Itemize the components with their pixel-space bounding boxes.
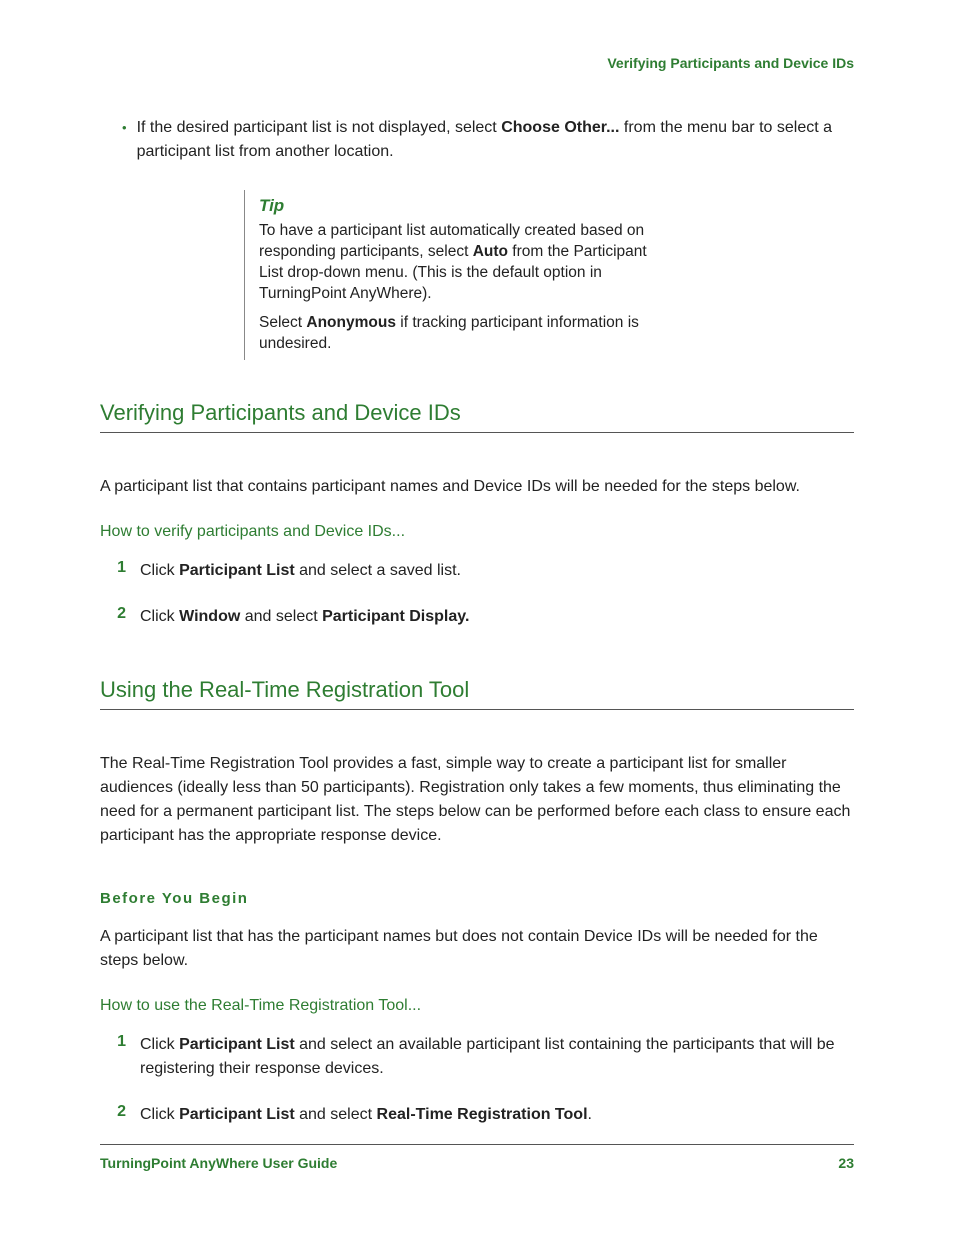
text-bold: Participant List <box>179 1106 295 1123</box>
step-item: 1 Click Participant List and select an a… <box>100 1033 854 1081</box>
text-bold: Real-Time Registration Tool <box>377 1106 588 1123</box>
bullet-text: If the desired participant list is not d… <box>137 116 854 164</box>
footer-title: TurningPoint AnyWhere User Guide <box>100 1155 337 1171</box>
text: . <box>588 1106 592 1123</box>
page-footer: TurningPoint AnyWhere User Guide 23 <box>100 1144 854 1171</box>
text: If the desired participant list is not d… <box>137 119 502 136</box>
text: Click <box>140 562 179 579</box>
text-bold: Participant Display. <box>322 608 469 625</box>
tip-paragraph: Select Anonymous if tracking participant… <box>259 312 659 354</box>
text: and select <box>295 1106 377 1123</box>
bullet-item: • If the desired participant list is not… <box>122 116 854 164</box>
section-rule <box>100 432 854 433</box>
text: Select <box>259 314 306 331</box>
text-bold: Window <box>179 608 240 625</box>
section-rule <box>100 709 854 710</box>
text: Click <box>140 608 179 625</box>
body-paragraph: A participant list that contains partici… <box>100 475 854 499</box>
step-text: Click Participant List and select Real-T… <box>140 1103 854 1127</box>
step-text: Click Participant List and select a save… <box>140 559 854 583</box>
step-item: 1 Click Participant List and select a sa… <box>100 559 854 583</box>
section-heading: Using the Real-Time Registration Tool <box>100 677 854 703</box>
tip-paragraph: To have a participant list automatically… <box>259 220 659 304</box>
text-bold: Auto <box>473 243 508 260</box>
text: Click <box>140 1106 179 1123</box>
text-bold: Participant List <box>179 562 295 579</box>
body-paragraph: The Real-Time Registration Tool provides… <box>100 752 854 848</box>
page: Verifying Participants and Device IDs • … <box>0 0 954 1235</box>
step-text: Click Participant List and select an ava… <box>140 1033 854 1081</box>
section-heading: Verifying Participants and Device IDs <box>100 400 854 426</box>
step-number: 2 <box>100 605 126 629</box>
footer-page-number: 23 <box>838 1155 854 1171</box>
subheading: Before You Begin <box>100 890 854 907</box>
running-header: Verifying Participants and Device IDs <box>100 55 854 71</box>
text: and select a saved list. <box>295 562 461 579</box>
howto-heading: How to use the Real-Time Registration To… <box>100 997 854 1015</box>
text: Click <box>140 1036 179 1053</box>
step-text: Click Window and select Participant Disp… <box>140 605 854 629</box>
text: and select <box>240 608 322 625</box>
text-bold: Anonymous <box>306 314 396 331</box>
tip-block: Tip To have a participant list automatic… <box>244 190 659 360</box>
body-paragraph: A participant list that has the particip… <box>100 925 854 973</box>
step-item: 2 Click Window and select Participant Di… <box>100 605 854 629</box>
footer-row: TurningPoint AnyWhere User Guide 23 <box>100 1155 854 1171</box>
step-number: 1 <box>100 559 126 583</box>
footer-rule <box>100 1144 854 1145</box>
step-item: 2 Click Participant List and select Real… <box>100 1103 854 1127</box>
bullet-marker: • <box>122 116 127 164</box>
step-number: 1 <box>100 1033 126 1081</box>
howto-heading: How to verify participants and Device ID… <box>100 523 854 541</box>
step-number: 2 <box>100 1103 126 1127</box>
text-bold: Choose Other... <box>501 119 619 136</box>
text-bold: Participant List <box>179 1036 295 1053</box>
tip-heading: Tip <box>259 196 659 216</box>
